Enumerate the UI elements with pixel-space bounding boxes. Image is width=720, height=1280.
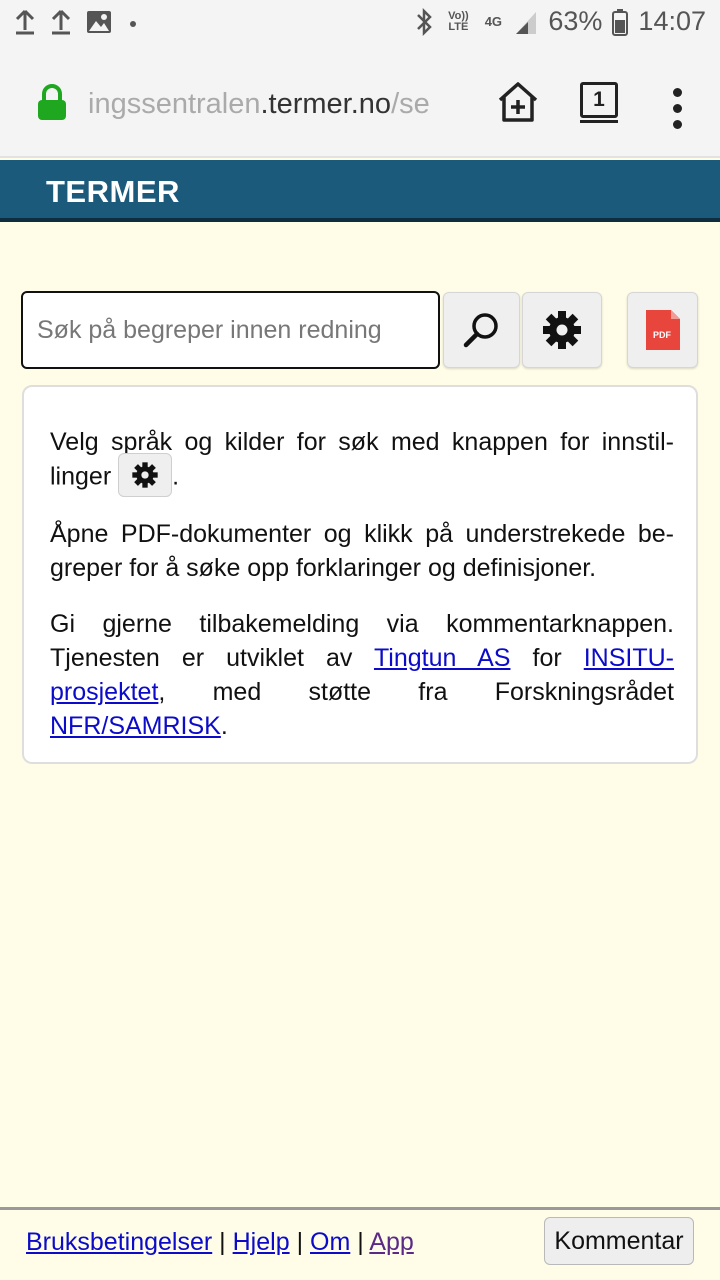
browser-toolbar: ingssentralen.termer.no/se 1 xyxy=(0,48,720,158)
info-panel: Velg språk og kilder for søk med knappen… xyxy=(22,385,698,764)
search-button[interactable] xyxy=(443,292,520,368)
network-type-indicator: 4G xyxy=(484,14,503,29)
gear-icon xyxy=(132,462,158,488)
footer-separator: | xyxy=(357,1228,364,1256)
footer-links: Bruksbetingelser | Hjelp | Om | App xyxy=(26,1228,414,1257)
tab-count-underline xyxy=(580,120,618,123)
site-title[interactable]: TERMER xyxy=(46,174,180,210)
upload-icon xyxy=(51,9,71,35)
menu-dot xyxy=(673,120,682,129)
search-input[interactable] xyxy=(21,291,440,369)
footer-separator: | xyxy=(296,1228,304,1256)
menu-dot xyxy=(673,104,682,113)
help-link[interactable]: Hjelp xyxy=(233,1228,290,1256)
dot-icon xyxy=(130,21,136,27)
footer-separator: | xyxy=(219,1228,226,1256)
menu-dot xyxy=(673,88,682,97)
footer: Bruksbetingelser | Hjelp | Om | App Komm… xyxy=(0,1207,720,1280)
bluetooth-icon xyxy=(417,7,433,36)
tingtun-link[interactable]: Tingtun AS xyxy=(374,644,510,672)
search-icon xyxy=(463,313,498,348)
pdf-button[interactable]: PDF xyxy=(627,292,698,368)
comment-button[interactable]: Kommentar xyxy=(544,1217,694,1265)
app-link[interactable]: App xyxy=(369,1228,413,1256)
about-link[interactable]: Om xyxy=(310,1228,350,1256)
battery-icon xyxy=(612,8,629,36)
pdf-file-icon: PDF xyxy=(645,310,680,350)
battery-percent: 63% xyxy=(548,6,603,36)
clock: 14:07 xyxy=(638,6,706,36)
terms-link[interactable]: Bruksbetingelser xyxy=(26,1228,212,1256)
upload-icon xyxy=(15,9,35,35)
lock-icon[interactable] xyxy=(36,84,68,122)
info-pdf-text: Åpne PDF-dokumenter og klikk på understr… xyxy=(50,520,674,582)
image-icon xyxy=(87,11,111,33)
signal-icon xyxy=(516,11,537,34)
info-settings-text: Velg språk og kilder for søk med knappen… xyxy=(50,425,674,497)
settings-button[interactable] xyxy=(522,292,602,368)
add-to-home-icon[interactable] xyxy=(494,78,542,126)
tab-count: 1 xyxy=(580,82,618,118)
info-credits-text: Gi gjerne tilbakemelding via kommentarkn… xyxy=(50,610,675,740)
browser-menu-button[interactable] xyxy=(666,84,690,132)
site-header: TERMER xyxy=(0,160,720,222)
inline-settings-button[interactable] xyxy=(118,453,173,497)
notification-icons xyxy=(14,8,140,36)
pdf-label: PDF xyxy=(653,330,672,340)
url-fade xyxy=(430,84,476,124)
status-bar: Vo)) LTE 4G 63% 14:07 xyxy=(0,0,720,48)
status-indicators: Vo)) LTE 4G 63% 14:07 xyxy=(414,6,706,37)
tab-switcher-button[interactable]: 1 xyxy=(578,80,622,124)
url-field[interactable]: ingssentralen.termer.no/se xyxy=(88,84,474,124)
volte-indicator: Vo)) LTE xyxy=(448,9,469,33)
gear-icon xyxy=(543,311,581,349)
nfr-samrisk-link[interactable]: NFR/SAMRISK xyxy=(50,712,221,740)
